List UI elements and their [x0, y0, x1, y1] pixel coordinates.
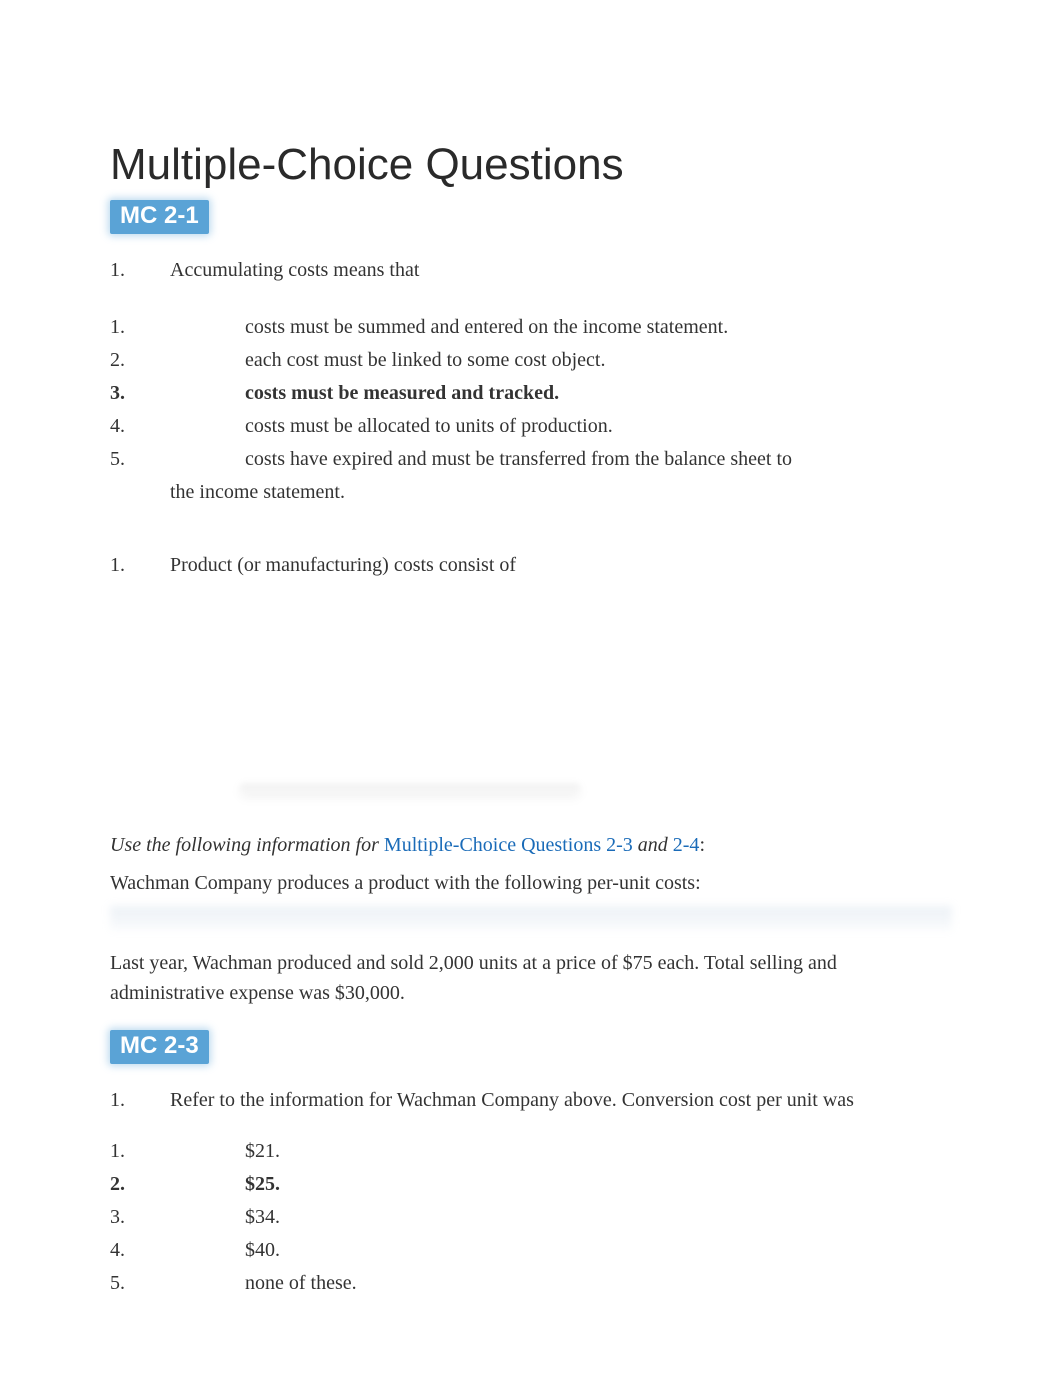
option-number: 1.: [110, 1137, 245, 1166]
option-number: 1.: [110, 313, 245, 342]
option-text-continued: the income statement.: [110, 478, 952, 507]
info-suffix: :: [699, 834, 705, 856]
option-row: 2.$25.: [110, 1170, 952, 1199]
option-text: costs must be allocated to units of prod…: [245, 412, 952, 441]
option-text: $40.: [245, 1236, 952, 1265]
shared-info-line: Use the following information for Multip…: [110, 830, 952, 860]
option-text: each cost must be linked to some cost ob…: [245, 346, 952, 375]
option-text: costs have expired and must be transferr…: [170, 445, 792, 474]
option-text: none of these.: [245, 1269, 952, 1298]
option-number: 5.: [110, 445, 170, 474]
info-mid: and: [633, 834, 673, 856]
mc-badge-2-1: MC 2-1: [110, 200, 209, 234]
link-mc-2-4[interactable]: 2-4: [673, 834, 700, 856]
option-text: $34.: [245, 1203, 952, 1232]
option-number: 2.: [110, 1170, 245, 1199]
option-number: 5.: [110, 1269, 245, 1298]
mc-badge-2-3: MC 2-3: [110, 1030, 209, 1064]
option-text: $21.: [245, 1137, 952, 1166]
page-title: Multiple-Choice Questions: [110, 140, 952, 190]
question-text: Accumulating costs means that: [170, 256, 952, 285]
shared-info-body: Wachman Company produces a product with …: [110, 868, 952, 898]
question-number: 1.: [110, 551, 170, 580]
option-row: 3.costs must be measured and tracked.: [110, 379, 952, 408]
blurred-content: [240, 784, 580, 792]
option-number: 3.: [110, 1203, 245, 1232]
question-number: 1.: [110, 1086, 170, 1115]
options-list: 1.$21.2.$25.3.$34.4.$40.5.none of these.: [110, 1137, 952, 1298]
question-row: 1. Refer to the information for Wachman …: [110, 1086, 952, 1115]
options-list: 1.costs must be summed and entered on th…: [110, 313, 952, 507]
option-number: 3.: [110, 379, 245, 408]
option-row: 3.$34.: [110, 1203, 952, 1232]
question-row: 1. Product (or manufacturing) costs cons…: [110, 551, 952, 580]
info-prefix: Use the following information for: [110, 834, 384, 856]
option-row: 1.$21.: [110, 1137, 952, 1166]
question-number: 1.: [110, 256, 170, 285]
option-row: 2.each cost must be linked to some cost …: [110, 346, 952, 375]
question-text: Product (or manufacturing) costs consist…: [170, 551, 952, 580]
link-mc-2-3[interactable]: Multiple-Choice Questions 2-3: [384, 834, 633, 856]
option-number: 4.: [110, 1236, 245, 1265]
option-number: 4.: [110, 412, 245, 441]
question-text: Refer to the information for Wachman Com…: [170, 1086, 952, 1115]
blurred-content: [110, 906, 952, 930]
option-text: costs must be summed and entered on the …: [245, 313, 952, 342]
option-text: $25.: [245, 1170, 952, 1199]
option-row: 1.costs must be summed and entered on th…: [110, 313, 952, 342]
option-number: 2.: [110, 346, 245, 375]
document-page: Multiple-Choice Questions MC 2-1 1. Accu…: [0, 0, 1062, 1382]
option-row: 5.costs have expired and must be transfe…: [110, 445, 952, 474]
shared-info-body-2: Last year, Wachman produced and sold 2,0…: [110, 948, 952, 1008]
option-row: 4.$40.: [110, 1236, 952, 1265]
question-row: 1. Accumulating costs means that: [110, 256, 952, 285]
option-row: 4.costs must be allocated to units of pr…: [110, 412, 952, 441]
option-row: 5.none of these.: [110, 1269, 952, 1298]
option-text: costs must be measured and tracked.: [245, 379, 952, 408]
